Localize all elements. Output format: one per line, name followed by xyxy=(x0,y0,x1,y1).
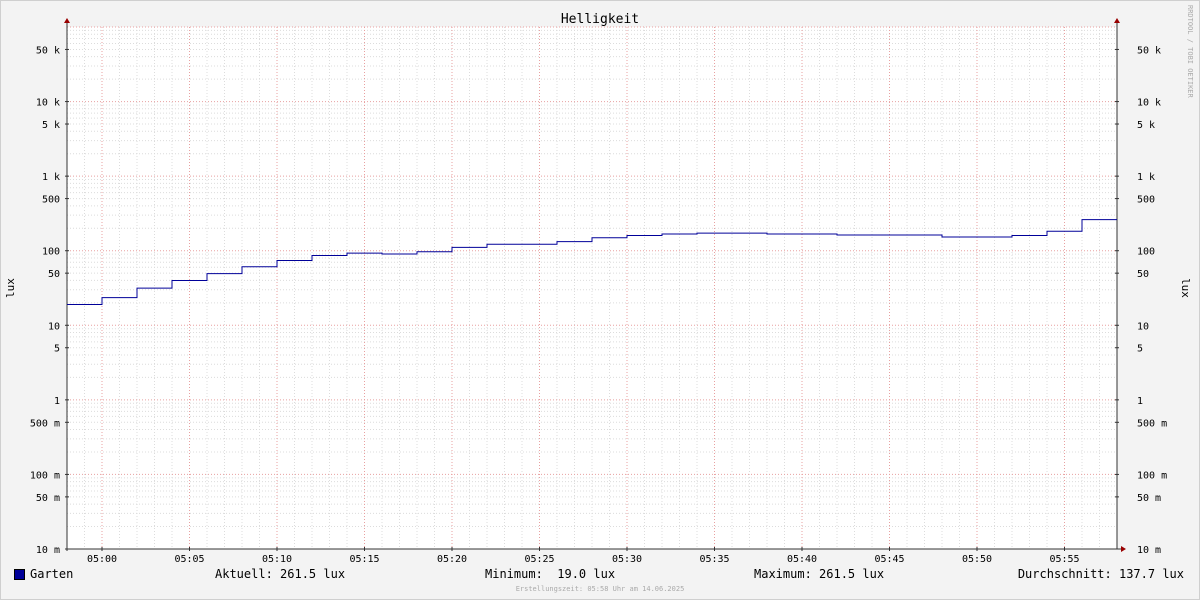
y-tick-label-right: 100 m xyxy=(1137,470,1167,481)
y-tick-label-right: 10 m xyxy=(1137,545,1161,556)
y-tick-label-right: 1 xyxy=(1137,396,1143,407)
y-tick-label-left: 1 xyxy=(54,396,60,407)
y-tick-label-left: 10 xyxy=(48,321,60,332)
y-tick-label-left: 100 xyxy=(42,247,60,258)
x-tick-label: 05:50 xyxy=(962,554,992,565)
x-tick-label: 05:45 xyxy=(874,554,904,565)
x-tick-labels: 05:00 05:05 05:10 05:15 05:20 05:25 05:30 05:35… xyxy=(87,554,1080,565)
legend-maximum: Maximum: 261.5 lux xyxy=(754,567,885,581)
y-tick-label-left: 50 xyxy=(48,269,60,280)
y-tick-label-left: 500 m xyxy=(30,418,60,429)
y-tick-label-left: 10 k xyxy=(36,98,60,109)
y-tick-labels-left: 50 k 10 k 5 k 1 k 500 100 50 10 5 1 500 m 100 m 50 m… xyxy=(30,45,60,556)
y-axis-arrow-right xyxy=(1114,18,1120,23)
y-tick-label-left: 5 k xyxy=(42,120,60,131)
y-axis-label-left: lux xyxy=(4,278,17,298)
x-tick-label: 05:00 xyxy=(87,554,117,565)
y-axis-arrow-left xyxy=(64,18,70,23)
x-tick-label: 05:20 xyxy=(437,554,467,565)
creation-time-footnote: Erstellungszeit: 05:58 Uhr am 14.06.2025 xyxy=(515,585,685,593)
y-tick-label-left: 10 m xyxy=(36,545,60,556)
y-tick-label-right: 5 xyxy=(1137,344,1143,355)
y-tick-label-left: 100 m xyxy=(30,470,60,481)
chart-title: Helligkeit xyxy=(561,12,639,27)
x-tick-label: 05:10 xyxy=(262,554,292,565)
legend-average: Durchschnitt: 137.7 lux xyxy=(1017,567,1184,581)
y-tick-label-left: 500 xyxy=(42,195,60,206)
legend-current: Aktuell: 261.5 lux xyxy=(215,567,346,581)
y-tick-label-right: 1 k xyxy=(1137,172,1155,183)
x-tick-label: 05:05 xyxy=(174,554,204,565)
y-tick-label-left: 1 k xyxy=(42,172,60,183)
legend-series-name: Garten xyxy=(30,567,74,581)
y-tick-label-left: 50 m xyxy=(36,493,60,504)
brightness-chart: 50 k 10 k 5 k 1 k 500 100 50 10 5 1 500 m 100 m 50 m… xyxy=(4,5,1194,565)
y-axis-label-right: lux xyxy=(1179,278,1192,298)
legend-swatch-garten xyxy=(14,569,25,580)
y-tick-labels-right: 50 k 10 k 5 k 1 k 500 100 50 10 5 1 500 m 100 m 50 m… xyxy=(1137,45,1167,556)
y-tick-label-left: 5 xyxy=(54,344,60,355)
y-tick-label-right: 500 m xyxy=(1137,418,1167,429)
y-tick-label-right: 10 xyxy=(1137,321,1149,332)
y-tick-label-right: 100 xyxy=(1137,247,1155,258)
y-tick-label-right: 10 k xyxy=(1137,98,1161,109)
y-tick-label-left: 50 k xyxy=(36,45,60,56)
y-tick-label-right: 50 k xyxy=(1137,45,1161,56)
x-tick-label: 05:30 xyxy=(612,554,642,565)
watermark: RRDTOOL / TOBI OETIKER xyxy=(1186,5,1194,99)
legend-minimum: Minimum: 19.0 lux xyxy=(485,567,616,581)
y-tick-label-right: 50 m xyxy=(1137,493,1161,504)
y-tick-label-right: 5 k xyxy=(1137,120,1155,131)
x-tick-label: 05:15 xyxy=(349,554,379,565)
legend: Garten Aktuell: 261.5 lux Minimum: 19.0 … xyxy=(0,567,1200,585)
x-tick-label: 05:55 xyxy=(1049,554,1079,565)
x-tick-label: 05:35 xyxy=(699,554,729,565)
y-tick-label-right: 50 xyxy=(1137,269,1149,280)
x-axis-arrow xyxy=(1121,546,1126,552)
x-tick-label: 05:40 xyxy=(787,554,817,565)
y-tick-label-right: 500 xyxy=(1137,195,1155,206)
x-tick-label: 05:25 xyxy=(524,554,554,565)
